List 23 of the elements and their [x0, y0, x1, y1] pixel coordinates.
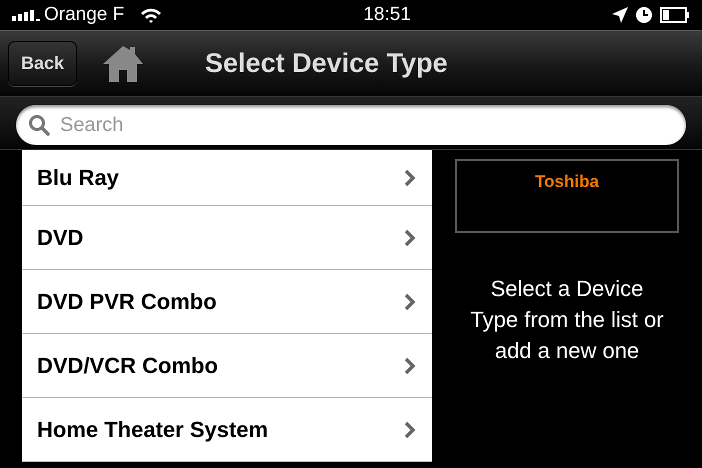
device-type-item[interactable]: DVD: [22, 206, 432, 270]
chevron-icon: [404, 292, 416, 310]
clock-time: 18:51: [363, 2, 411, 27]
instruction-text: Select a Device Type from the list or add a new one: [469, 275, 665, 365]
device-type-item[interactable]: Blu Ray: [22, 150, 432, 206]
device-type-item[interactable]: DVD/VCR Combo: [22, 334, 432, 398]
chevron-icon: [404, 168, 416, 186]
device-type-item[interactable]: DVD PVR Combo: [22, 270, 432, 334]
carrier-name: Orange F: [44, 2, 124, 27]
device-type-item[interactable]: Home Theater System: [22, 398, 432, 462]
signal-icon: [12, 9, 40, 21]
wifi-icon: [140, 7, 162, 23]
home-icon[interactable]: [101, 44, 146, 84]
chevron-icon: [404, 228, 416, 246]
back-button[interactable]: Back: [8, 41, 78, 86]
chevron-icon: [404, 356, 416, 374]
brand-name: Toshiba: [535, 171, 599, 193]
battery-icon: [660, 7, 690, 23]
screen-title: Select Device Type: [205, 47, 448, 80]
chevron-icon: [404, 420, 416, 438]
clock-icon: [636, 7, 652, 23]
location-arrow-icon: [612, 7, 628, 23]
search-field[interactable]: Search: [16, 105, 686, 145]
